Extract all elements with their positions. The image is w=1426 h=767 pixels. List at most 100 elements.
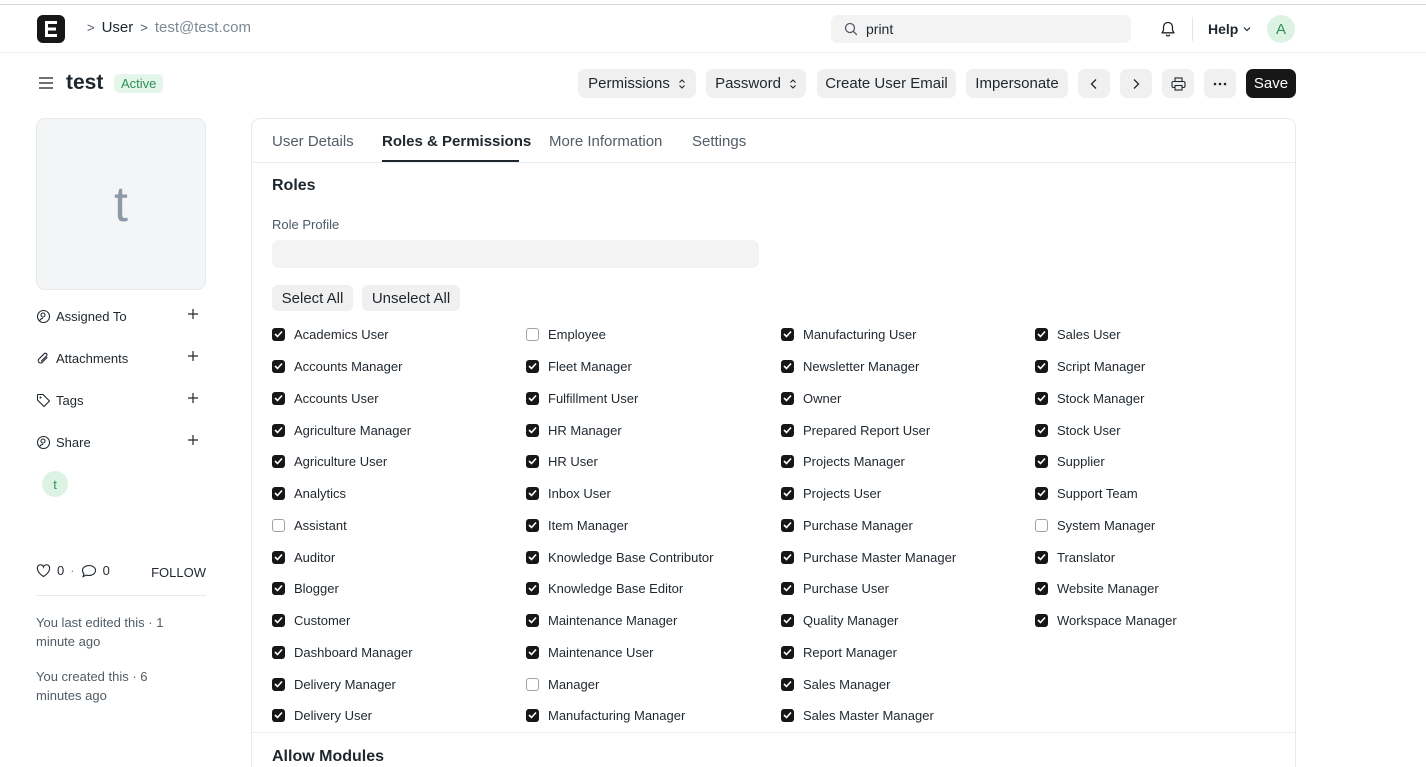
app-logo[interactable]: [37, 15, 65, 43]
checkbox-checked[interactable]: [781, 581, 794, 595]
role-checkbox[interactable]: Accounts Manager: [272, 358, 402, 374]
role-checkbox[interactable]: Blogger: [272, 580, 339, 596]
role-checkbox[interactable]: Report Manager: [781, 644, 897, 660]
role-checkbox[interactable]: Assistant: [272, 517, 347, 533]
role-checkbox[interactable]: Manufacturing User: [781, 326, 916, 342]
select-all-button[interactable]: Select All: [272, 285, 353, 311]
checkbox-unchecked[interactable]: [526, 677, 539, 691]
role-checkbox[interactable]: HR User: [526, 453, 598, 469]
role-checkbox[interactable]: Stock Manager: [1035, 390, 1144, 406]
role-checkbox[interactable]: Inbox User: [526, 485, 611, 501]
checkbox-checked[interactable]: [526, 708, 539, 722]
checkbox-checked[interactable]: [1035, 581, 1048, 595]
create-user-email-button[interactable]: Create User Email: [817, 69, 956, 98]
role-checkbox[interactable]: Prepared Report User: [781, 422, 930, 438]
notification-bell-icon[interactable]: [1159, 20, 1177, 41]
previous-button[interactable]: [1078, 69, 1110, 98]
role-checkbox[interactable]: System Manager: [1035, 517, 1155, 533]
checkbox-checked[interactable]: [781, 486, 794, 500]
checkbox-checked[interactable]: [781, 645, 794, 659]
role-checkbox[interactable]: Purchase Master Manager: [781, 549, 956, 565]
checkbox-checked[interactable]: [781, 391, 794, 405]
checkbox-checked[interactable]: [1035, 486, 1048, 500]
follow-button[interactable]: FOLLOW: [151, 565, 206, 580]
sidebar-tags[interactable]: Tags: [36, 389, 206, 411]
more-options-button[interactable]: [1204, 69, 1236, 98]
help-dropdown[interactable]: Help: [1208, 21, 1252, 37]
role-checkbox[interactable]: Delivery Manager: [272, 676, 396, 692]
next-button[interactable]: [1120, 69, 1152, 98]
role-checkbox[interactable]: Analytics: [272, 485, 346, 501]
add-tag-plus-icon[interactable]: [187, 392, 199, 407]
role-checkbox[interactable]: Accounts User: [272, 390, 379, 406]
role-checkbox[interactable]: Purchase User: [781, 580, 889, 596]
checkbox-checked[interactable]: [781, 359, 794, 373]
checkbox-checked[interactable]: [526, 359, 539, 373]
checkbox-checked[interactable]: [526, 486, 539, 500]
role-checkbox[interactable]: Agriculture Manager: [272, 422, 411, 438]
save-button[interactable]: Save: [1246, 69, 1296, 98]
sidebar-assigned-to[interactable]: Assigned To: [36, 305, 206, 327]
role-checkbox[interactable]: Manufacturing Manager: [526, 707, 685, 723]
role-checkbox[interactable]: Maintenance User: [526, 644, 654, 660]
checkbox-checked[interactable]: [272, 581, 285, 595]
heart-icon[interactable]: [36, 563, 51, 578]
print-button[interactable]: [1162, 69, 1194, 98]
role-checkbox[interactable]: Supplier: [1035, 453, 1105, 469]
sidebar-toggle-icon[interactable]: [38, 75, 54, 94]
checkbox-checked[interactable]: [272, 550, 285, 564]
checkbox-checked[interactable]: [272, 486, 285, 500]
checkbox-checked[interactable]: [781, 423, 794, 437]
sidebar-share[interactable]: Share: [36, 431, 206, 453]
checkbox-checked[interactable]: [781, 454, 794, 468]
search-input[interactable]: print: [831, 15, 1131, 43]
user-avatar[interactable]: A: [1267, 15, 1295, 43]
checkbox-checked[interactable]: [272, 423, 285, 437]
checkbox-unchecked[interactable]: [1035, 518, 1048, 532]
role-checkbox[interactable]: Fulfillment User: [526, 390, 638, 406]
role-checkbox[interactable]: Workspace Manager: [1035, 612, 1177, 628]
checkbox-checked[interactable]: [1035, 359, 1048, 373]
role-checkbox[interactable]: Stock User: [1035, 422, 1121, 438]
role-checkbox[interactable]: Website Manager: [1035, 580, 1159, 596]
checkbox-checked[interactable]: [272, 645, 285, 659]
checkbox-checked[interactable]: [526, 518, 539, 532]
role-checkbox[interactable]: Sales User: [1035, 326, 1121, 342]
role-checkbox[interactable]: Fleet Manager: [526, 358, 632, 374]
comment-icon[interactable]: [81, 564, 97, 578]
role-checkbox[interactable]: Knowledge Base Editor: [526, 580, 683, 596]
add-attachment-plus-icon[interactable]: [187, 350, 199, 365]
role-checkbox[interactable]: Support Team: [1035, 485, 1138, 501]
checkbox-checked[interactable]: [1035, 454, 1048, 468]
checkbox-checked[interactable]: [272, 327, 285, 341]
tab-user-details[interactable]: User Details: [272, 133, 354, 150]
role-checkbox[interactable]: Employee: [526, 326, 606, 342]
checkbox-unchecked[interactable]: [272, 518, 285, 532]
breadcrumb-current[interactable]: test@test.com: [155, 19, 251, 36]
role-checkbox[interactable]: HR Manager: [526, 422, 622, 438]
role-checkbox[interactable]: Manager: [526, 676, 599, 692]
checkbox-checked[interactable]: [1035, 391, 1048, 405]
checkbox-checked[interactable]: [781, 708, 794, 722]
checkbox-checked[interactable]: [272, 613, 285, 627]
role-checkbox[interactable]: Delivery User: [272, 707, 372, 723]
checkbox-checked[interactable]: [272, 708, 285, 722]
checkbox-checked[interactable]: [781, 613, 794, 627]
add-share-plus-icon[interactable]: [187, 434, 199, 449]
role-checkbox[interactable]: Knowledge Base Contributor: [526, 549, 714, 565]
role-checkbox[interactable]: Projects Manager: [781, 453, 905, 469]
checkbox-checked[interactable]: [272, 677, 285, 691]
role-checkbox[interactable]: Purchase Manager: [781, 517, 913, 533]
permissions-button[interactable]: Permissions: [578, 69, 696, 98]
breadcrumb-user[interactable]: User: [102, 19, 134, 36]
role-checkbox[interactable]: Projects User: [781, 485, 881, 501]
role-checkbox[interactable]: Translator: [1035, 549, 1115, 565]
checkbox-checked[interactable]: [526, 613, 539, 627]
role-checkbox[interactable]: Quality Manager: [781, 612, 898, 628]
checkbox-checked[interactable]: [272, 359, 285, 373]
checkbox-checked[interactable]: [781, 550, 794, 564]
checkbox-unchecked[interactable]: [526, 327, 539, 341]
tab-more-information[interactable]: More Information: [549, 133, 662, 150]
impersonate-button[interactable]: Impersonate: [966, 69, 1068, 98]
role-checkbox[interactable]: Customer: [272, 612, 350, 628]
